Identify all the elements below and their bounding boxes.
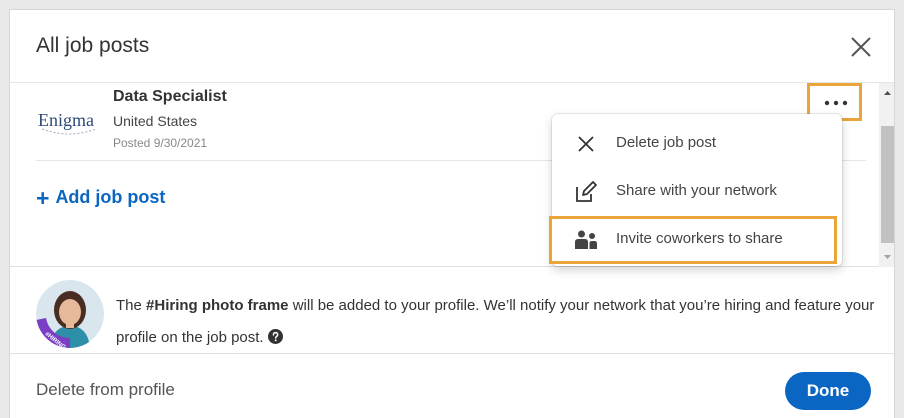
delete-from-profile-button[interactable]: Delete from profile: [36, 380, 175, 400]
hiring-frame-info: #HIRING The #Hiring photo frame will be …: [10, 268, 894, 354]
scroll-down-arrow-icon[interactable]: [879, 250, 895, 264]
menu-item-label: Delete job post: [616, 134, 717, 151]
close-button[interactable]: [848, 34, 874, 60]
add-job-post-button[interactable]: + Add job post: [36, 184, 166, 211]
job-posted-date: Posted 9/30/2021: [113, 136, 208, 150]
menu-item-label: Invite coworkers to share: [616, 230, 783, 247]
scrollbar-thumb[interactable]: [881, 126, 894, 243]
menu-item-delete-job-post[interactable]: Delete job post: [552, 120, 842, 168]
scrollbar[interactable]: [879, 83, 895, 267]
people-icon: [575, 230, 597, 249]
modal-title: All job posts: [36, 34, 150, 57]
close-icon: [851, 37, 871, 57]
job-options-menu: Delete job post Share with your network …: [549, 114, 842, 266]
hiring-frame-description: The #Hiring photo frame will be added to…: [116, 290, 876, 354]
menu-item-invite-coworkers[interactable]: Invite coworkers to share: [549, 216, 837, 264]
modal-header: All job posts: [10, 10, 894, 83]
done-button[interactable]: Done: [785, 372, 871, 410]
avatar: #HIRING: [36, 280, 104, 348]
plus-icon: +: [36, 184, 50, 211]
job-posts-modal: All job posts Enigma Data Specialist Uni…: [9, 9, 895, 418]
ellipsis-icon: [824, 100, 848, 106]
info-text-bold: #Hiring photo frame: [146, 297, 289, 314]
info-text-prefix: The: [116, 297, 147, 314]
modal-footer: Delete from profile Done: [10, 355, 894, 418]
company-logo: Enigma: [36, 99, 102, 139]
menu-item-label: Share with your network: [616, 182, 777, 199]
menu-item-share-with-network[interactable]: Share with your network: [552, 168, 842, 216]
help-icon[interactable]: [267, 324, 283, 344]
edit-share-icon: [576, 181, 597, 202]
company-logo-text: Enigma: [38, 110, 94, 130]
scroll-up-arrow-icon[interactable]: [879, 86, 895, 100]
add-job-post-label: Add job post: [55, 187, 166, 207]
close-icon: [578, 136, 594, 152]
job-title[interactable]: Data Specialist: [113, 88, 227, 106]
job-location: United States: [113, 113, 198, 129]
